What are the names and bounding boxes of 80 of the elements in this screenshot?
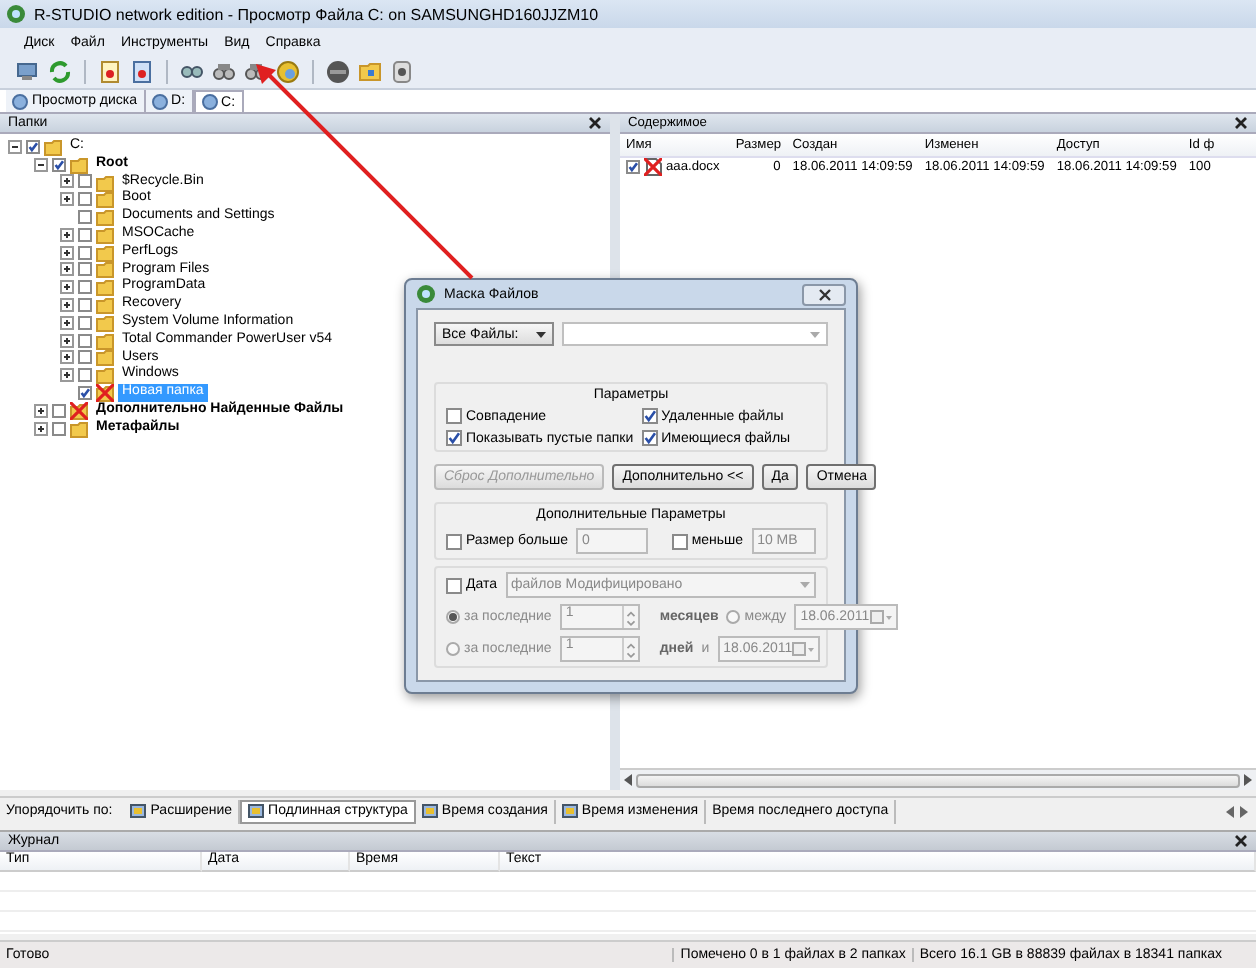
radio-icon bbox=[446, 610, 460, 624]
checkbox[interactable] bbox=[446, 533, 462, 549]
checkbox[interactable] bbox=[671, 533, 688, 549]
checkbox[interactable] bbox=[52, 403, 66, 418]
expand-icon[interactable] bbox=[60, 315, 74, 330]
checkbox[interactable] bbox=[78, 333, 92, 348]
expand-icon[interactable] bbox=[60, 192, 74, 207]
spinner-arrows-icon[interactable] bbox=[621, 638, 638, 660]
checkbox[interactable] bbox=[626, 159, 640, 174]
expand-icon[interactable] bbox=[34, 403, 48, 418]
window-title: R-STUDIO network edition - Просмотр Файла C: on SAMSUNGHD160JJZM10 bbox=[34, 5, 599, 23]
checkbox[interactable] bbox=[78, 350, 92, 365]
app-icon bbox=[6, 4, 26, 24]
checkbox[interactable] bbox=[641, 430, 658, 446]
caret-icon bbox=[810, 331, 820, 337]
scroll-right-icon[interactable] bbox=[1244, 774, 1252, 786]
app-icon bbox=[416, 284, 436, 304]
checkbox[interactable] bbox=[78, 298, 92, 313]
checkbox[interactable] bbox=[52, 421, 66, 436]
deleted-folder-icon bbox=[70, 401, 88, 420]
folder-icon bbox=[70, 419, 88, 438]
checkbox[interactable] bbox=[78, 262, 92, 277]
tab-icon bbox=[130, 802, 147, 820]
radio-icon bbox=[726, 610, 741, 624]
expand-icon[interactable] bbox=[60, 298, 74, 313]
checkbox[interactable] bbox=[26, 139, 40, 154]
tab-icon bbox=[421, 802, 438, 820]
computer-icon[interactable] bbox=[16, 60, 40, 84]
scroll-left-icon[interactable] bbox=[624, 774, 632, 786]
checkbox[interactable] bbox=[446, 408, 462, 424]
checkbox[interactable] bbox=[52, 157, 66, 172]
checkbox[interactable] bbox=[78, 227, 92, 242]
checkbox[interactable] bbox=[78, 174, 92, 189]
folder-icon[interactable] bbox=[358, 60, 382, 84]
mask-field[interactable] bbox=[562, 322, 828, 346]
document-icon[interactable] bbox=[98, 60, 122, 84]
glasses-icon[interactable] bbox=[180, 60, 204, 84]
expand-icon[interactable] bbox=[60, 227, 74, 242]
checkbox[interactable] bbox=[78, 280, 92, 295]
checkbox[interactable] bbox=[78, 386, 92, 401]
expand-icon[interactable] bbox=[60, 174, 74, 189]
checkbox[interactable] bbox=[78, 315, 92, 330]
scroll-right-icon[interactable] bbox=[1240, 805, 1248, 817]
checkbox[interactable] bbox=[78, 192, 92, 207]
collapse-icon[interactable] bbox=[8, 139, 22, 154]
collapse-icon[interactable] bbox=[34, 157, 48, 172]
refresh-icon[interactable] bbox=[48, 60, 72, 84]
close-icon[interactable] bbox=[1234, 116, 1248, 130]
disc-icon[interactable] bbox=[326, 60, 350, 84]
close-icon[interactable] bbox=[1234, 834, 1248, 848]
spinner-arrows-icon[interactable] bbox=[621, 606, 638, 628]
expand-icon[interactable] bbox=[60, 333, 74, 348]
radio-icon bbox=[446, 642, 460, 656]
scrollbar-thumb[interactable] bbox=[636, 773, 1240, 787]
expand-icon[interactable] bbox=[60, 368, 74, 383]
caret-icon bbox=[800, 582, 810, 588]
caret-icon bbox=[536, 331, 546, 337]
checkbox[interactable] bbox=[446, 430, 462, 446]
expand-icon[interactable] bbox=[60, 350, 74, 365]
expand-icon[interactable] bbox=[60, 280, 74, 295]
close-button[interactable] bbox=[802, 283, 846, 305]
close-icon[interactable] bbox=[588, 116, 602, 130]
deleted-folder-icon bbox=[96, 384, 114, 403]
tab-icon bbox=[561, 802, 578, 820]
tab-icon bbox=[248, 802, 265, 820]
expand-icon[interactable] bbox=[34, 421, 48, 436]
checkbox[interactable] bbox=[641, 408, 658, 424]
expand-icon[interactable] bbox=[60, 245, 74, 260]
drive-icon bbox=[151, 93, 168, 109]
expand-icon[interactable] bbox=[60, 262, 74, 277]
checkbox[interactable] bbox=[78, 368, 92, 383]
drive-icon bbox=[12, 93, 28, 109]
checkbox[interactable] bbox=[78, 245, 92, 260]
document-icon[interactable] bbox=[130, 60, 154, 84]
binoculars-icon[interactable] bbox=[212, 60, 236, 84]
drive-icon bbox=[201, 94, 218, 110]
deleted-file-icon bbox=[644, 157, 662, 176]
checkbox[interactable] bbox=[78, 210, 92, 225]
scroll-left-icon[interactable] bbox=[1226, 805, 1234, 817]
close-icon bbox=[817, 287, 831, 301]
